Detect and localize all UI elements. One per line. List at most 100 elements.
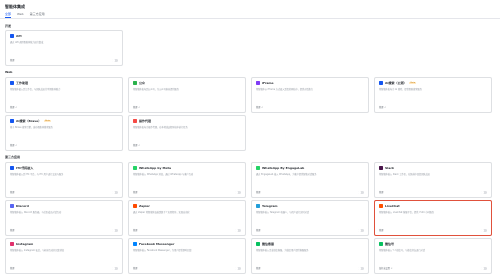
card-name: Telegram <box>262 204 278 208</box>
web-icon <box>379 81 383 85</box>
card-desc: 将智能体以 iFrame 方式嵌入到您的网站中，提供对话能力 <box>256 88 313 91</box>
card-web-1[interactable]: 工作助理 将智能体嵌入到工作台，与团队成员共享智能体能力 管理 ↗ <box>5 77 123 113</box>
enable-toggle[interactable] <box>358 229 364 232</box>
card-desc: 基于 Brave 搜索引擎，发布智能体搜索服务 <box>10 126 53 129</box>
card-desc: 通过 EngageLab 接入 WhatsApp，为客户提供智能对话服务 <box>256 173 317 176</box>
card-name: WhatsApp by Meta <box>139 166 171 170</box>
manage-link[interactable]: 管理 <box>256 266 260 270</box>
enable-toggle[interactable] <box>235 191 241 194</box>
card-desc: 将智能体接入企业微信客服，为微信用户提供客服服务 <box>256 249 309 252</box>
enable-toggle[interactable] <box>481 267 487 270</box>
beta-badge: Beta <box>44 120 51 122</box>
card-t8[interactable]: LiveChat 将智能体接入 LiveChat 客服平台，提供 7x24 小时… <box>374 200 492 236</box>
card-web-3[interactable]: iFrame 将智能体以 iFrame 方式嵌入到您的网站中，提供对话能力 管理… <box>251 77 369 113</box>
manage-link[interactable]: 管理 <box>10 228 14 232</box>
card-t1[interactable]: ITC代码嵌入 将智能体嵌入到 ITC 平台，与 ITC 用户进行交流与服务 管… <box>5 162 123 198</box>
manage-link[interactable]: 加好友设置 ↗ <box>379 266 392 270</box>
card-name: Discord <box>16 204 29 208</box>
card-web-5[interactable]: AI搜索（Brave） Beta 基于 Brave 搜索引擎，发布智能体搜索服务 … <box>5 115 123 151</box>
card-desc: 将智能体接入 Telegram 机器人，与用户进行实时对话 <box>256 211 309 214</box>
card-name: 微信号 <box>385 242 395 246</box>
web-icon <box>256 81 260 85</box>
enable-toggle[interactable] <box>112 267 118 270</box>
card-name: Zapier <box>139 204 150 208</box>
zapier-icon <box>133 204 137 208</box>
card-desc: 将智能体发布为 AI 搜索，提供智能搜索服务 <box>379 88 422 91</box>
section-title-web: Web <box>5 70 13 74</box>
manage-link[interactable]: 管理 <box>133 266 137 270</box>
manage-link[interactable]: 管理 <box>256 190 260 194</box>
web-icon <box>133 119 137 123</box>
card-name: Facebook Messenger <box>139 242 175 246</box>
card-desc: 将智能体接入 Slack 工作区，在频道中回复团队成员 <box>379 173 430 176</box>
card-t5[interactable]: Discord 将智能体接入 Discord 服务器，与社区成员对话互动 管理 <box>5 200 123 236</box>
card-web-4[interactable]: AI搜索（公测） Beta 将智能体发布为 AI 搜索，提供智能搜索服务 管理 ↗ <box>374 77 492 113</box>
card-desc: 将智能体接入个人微信号，与微信好友进行对话 <box>379 249 425 252</box>
enable-toggle[interactable] <box>358 191 364 194</box>
enable-toggle[interactable] <box>112 191 118 194</box>
enable-toggle[interactable] <box>358 267 364 270</box>
card-t2[interactable]: WhatsApp by Meta 将智能体接入 WhatsApp 消息，通过 W… <box>128 162 246 198</box>
beta-badge: Beta <box>409 82 417 84</box>
card-name: API <box>16 34 22 38</box>
card-name: 公众 <box>139 81 146 85</box>
card-api[interactable]: API 通过 API 调用智能体能力进行集成 管理 <box>5 30 123 66</box>
manage-link[interactable]: 管理 <box>256 228 260 232</box>
manage-link[interactable]: 管理 ↗ <box>256 105 263 109</box>
section-title-dev: 开发 <box>5 24 12 28</box>
manage-link[interactable]: 管理 <box>10 58 14 62</box>
card-t11[interactable]: 微信客服 将智能体接入企业微信客服，为微信用户提供客服服务 管理 <box>251 238 369 274</box>
enable-toggle[interactable] <box>235 229 241 232</box>
card-t3[interactable]: WhatsApp By EngageLab 通过 EngageLab 接入 Wh… <box>251 162 369 198</box>
card-name: iFrame <box>262 81 274 85</box>
messenger-icon <box>133 242 137 246</box>
card-desc: 将智能体接入 LiveChat 客服平台，提供 7x24 小时服务 <box>379 211 435 214</box>
card-name: 工作助理 <box>16 81 29 85</box>
page-title: 智能体集成 <box>5 4 25 9</box>
enable-toggle[interactable] <box>481 229 487 232</box>
card-desc: 将智能体接入 Discord 服务器，与社区成员对话互动 <box>10 211 62 214</box>
manage-link[interactable]: 管理 <box>133 228 137 232</box>
card-t7[interactable]: Telegram 将智能体接入 Telegram 机器人，与用户进行实时对话 管… <box>251 200 369 236</box>
whatsapp-icon <box>256 166 260 170</box>
card-name: Slack <box>385 166 394 170</box>
card-t4[interactable]: Slack 将智能体接入 Slack 工作区，在频道中回复团队成员 管理 <box>374 162 492 198</box>
card-desc: 将智能体接入 Instagram 私信，与粉丝互动并回复消息 <box>10 249 65 252</box>
manage-link[interactable]: 管理 ↗ <box>133 105 140 109</box>
card-desc: 将智能体接入 Facebook Messenger，为用户提供即时回复 <box>133 249 192 252</box>
card-desc: 将智能体发布为操作代理，在本地或远程环境中执行任务 <box>133 126 188 129</box>
wechat-icon <box>256 242 260 246</box>
manage-link[interactable]: 管理 <box>379 190 383 194</box>
manage-link[interactable]: 管理 <box>379 228 383 232</box>
manage-link[interactable]: 管理 <box>10 266 14 270</box>
card-t9[interactable]: Instagram 将智能体接入 Instagram 私信，与粉丝互动并回复消息… <box>5 238 123 274</box>
card-desc: 通过 Zapier 将智能体连接到数千个应用程序，实现自动化 <box>133 211 190 214</box>
card-t12[interactable]: 微信号 将智能体接入个人微信号，与微信好友进行对话 加好友设置 ↗ <box>374 238 492 274</box>
card-name: LiveChat <box>385 204 400 208</box>
card-name: AI搜索（公测） <box>385 81 407 85</box>
card-t10[interactable]: Facebook Messenger 将智能体接入 Facebook Messe… <box>128 238 246 274</box>
manage-link[interactable]: 管理 <box>10 190 14 194</box>
whatsapp-icon <box>133 166 137 170</box>
manage-link[interactable]: 管理 ↗ <box>10 105 17 109</box>
card-desc: 将智能体接入 WhatsApp 消息，通过 WhatsApp 与客户互动 <box>133 173 194 176</box>
manage-link[interactable]: 管理 ↗ <box>10 143 17 147</box>
card-web-2[interactable]: 公众 将智能体发布到公众号，为公众号粉丝提供服务 管理 ↗ <box>128 77 246 113</box>
card-name: ITC代码嵌入 <box>16 166 34 170</box>
enable-toggle[interactable] <box>235 267 241 270</box>
manage-link[interactable]: 管理 ↗ <box>133 143 140 147</box>
web-icon <box>133 81 137 85</box>
card-t6[interactable]: Zapier 通过 Zapier 将智能体连接到数千个应用程序，实现自动化 管理 <box>128 200 246 236</box>
manage-link[interactable]: 管理 ↗ <box>379 105 386 109</box>
telegram-icon <box>256 204 260 208</box>
card-web-6[interactable]: 操作代理 将智能体发布为操作代理，在本地或远程环境中执行任务 管理 ↗ <box>128 115 246 151</box>
enable-toggle[interactable] <box>112 59 118 62</box>
slack-icon <box>379 166 383 170</box>
enable-toggle[interactable] <box>112 229 118 232</box>
livechat-icon <box>379 204 383 208</box>
enable-toggle[interactable] <box>481 191 487 194</box>
card-desc: 将智能体嵌入到 ITC 平台，与 ITC 用户进行交流与服务 <box>10 173 64 176</box>
card-desc: 将智能体嵌入到工作台，与团队成员共享智能体能力 <box>10 88 61 91</box>
manage-link[interactable]: 管理 <box>133 190 137 194</box>
app-icon <box>10 166 14 170</box>
